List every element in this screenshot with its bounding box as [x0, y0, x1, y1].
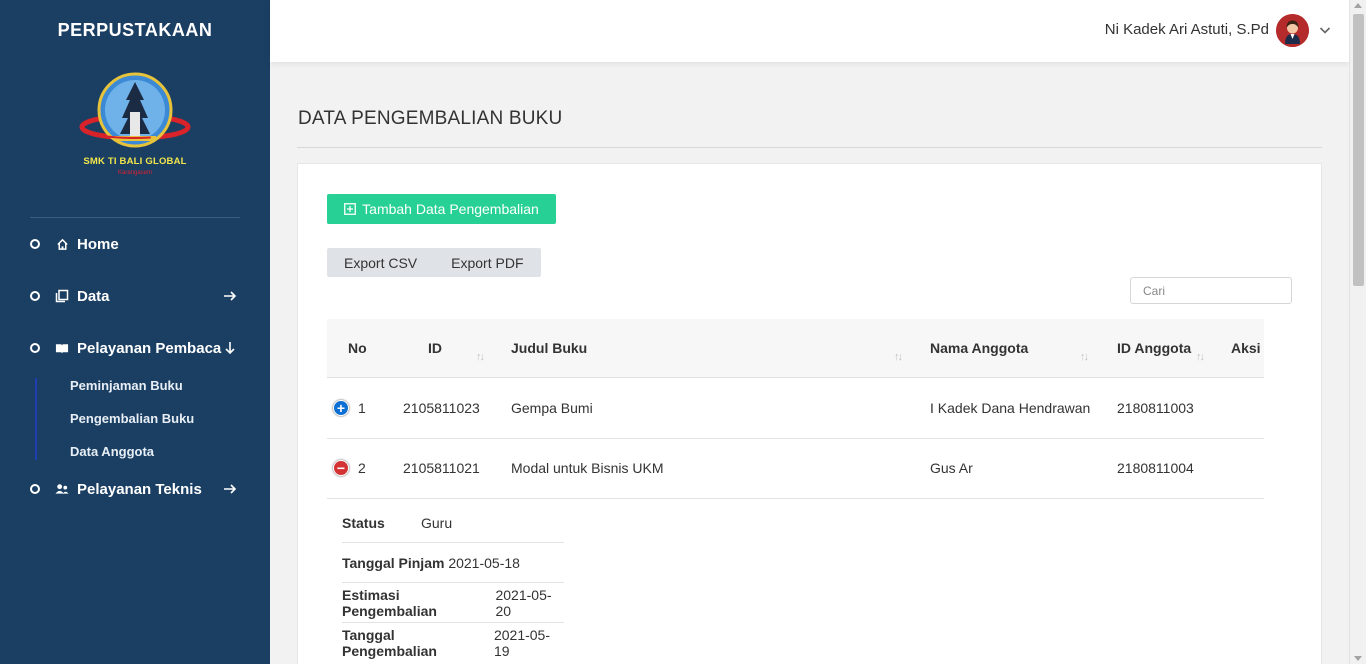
cell-id: 2105811021 [403, 460, 480, 476]
sort-icon[interactable]: ↑↓ [894, 351, 903, 363]
add-pengembalian-button[interactable]: Tambah Data Pengembalian [327, 194, 556, 224]
chevron-down-icon[interactable] [1319, 24, 1331, 36]
title-divider [297, 147, 1322, 148]
detail-label: Tanggal Pengembalian [342, 627, 437, 659]
detail-value: 2021-05-18 [448, 554, 520, 571]
submenu-indicator [35, 378, 37, 460]
sidebar-subitem-peminjaman-buku[interactable]: Peminjaman Buku [70, 378, 183, 393]
export-pdf-button[interactable]: Export PDF [434, 248, 540, 277]
sidebar-item-home[interactable]: Home [0, 229, 270, 259]
page-title: DATA PENGEMBALIAN BUKU [298, 108, 563, 129]
detail-status: Status Guru [342, 503, 564, 543]
column-header-judul-buku[interactable]: Judul Buku [511, 340, 587, 356]
cell-id-anggota: 2180811004 [1117, 460, 1194, 476]
export-button-group: Export CSV Export PDF [327, 248, 541, 277]
add-button-label: Tambah Data Pengembalian [362, 201, 539, 217]
column-header-no: No [348, 340, 367, 356]
sidebar-subitem-pengembalian-buku[interactable]: Pengembalian Buku [70, 411, 194, 426]
bullet-icon [30, 484, 40, 494]
export-csv-button[interactable]: Export CSV [327, 248, 434, 277]
table-header: No ID ↑↓ Judul Buku ↑↓ Nama Anggota ↑↓ I… [327, 319, 1264, 378]
home-icon [55, 237, 69, 251]
sidebar-item-data[interactable]: Data [0, 281, 270, 311]
collapse-row-icon[interactable]: − [333, 460, 349, 476]
scroll-up-icon[interactable] [1354, 3, 1362, 8]
column-header-aksi: Aksi [1231, 340, 1261, 356]
sidebar-brand: PERPUSTAKAAN [57, 20, 213, 40]
search-input[interactable] [1130, 277, 1292, 304]
expand-row-icon[interactable]: + [333, 400, 349, 416]
sidebar: PERPUSTAKAAN SMK TI BALI GLOBAL Karangas… [0, 0, 270, 664]
logo-subtext: Karangasem [117, 170, 153, 176]
column-header-id-anggota[interactable]: ID Anggota [1117, 340, 1191, 356]
bullet-icon [30, 239, 40, 249]
sort-icon[interactable]: ↑↓ [1080, 351, 1089, 363]
bullet-icon [30, 343, 40, 353]
arrow-right-icon [224, 484, 237, 494]
table-row: + 1 2105811023 Gempa Bumi I Kadek Dana H… [327, 379, 1264, 439]
page-scrollbar[interactable] [1349, 0, 1366, 664]
detail-label: Estimasi Pengembalian [342, 586, 437, 619]
logo-text: SMK TI BALI GLOBAL [83, 156, 187, 167]
bullet-icon [30, 291, 40, 301]
sidebar-item-label: Pelayanan Pembaca [77, 339, 222, 357]
plus-square-icon [344, 203, 357, 215]
scroll-thumb[interactable] [1353, 14, 1364, 286]
sidebar-item-pelayanan-teknis[interactable]: Pelayanan Teknis [0, 474, 270, 504]
cell-no: 1 [358, 400, 366, 416]
sidebar-item-label: Data [77, 287, 110, 305]
sidebar-item-label: Pelayanan Teknis [77, 480, 202, 498]
cell-id-anggota: 2180811003 [1117, 400, 1194, 416]
cell-judul-buku: Modal untuk Bisnis UKM [511, 460, 664, 476]
detail-value: 2021-05-20 [495, 586, 552, 619]
user-name[interactable]: Ni Kadek Ari Astuti, S.Pd [1105, 21, 1269, 38]
column-header-nama-anggota[interactable]: Nama Anggota [930, 340, 1028, 356]
user-group-icon [55, 482, 69, 496]
sort-icon[interactable]: ↑↓ [1196, 351, 1205, 363]
sidebar-subitem-data-anggota[interactable]: Data Anggota [70, 444, 154, 459]
cell-no: 2 [358, 460, 366, 476]
sort-icon[interactable]: ↑↓ [476, 351, 485, 363]
sidebar-divider [30, 217, 240, 218]
detail-value: 2021-05-19 [493, 627, 551, 659]
detail-tanggal-pinjam: Tanggal Pinjam 2021-05-18 [342, 543, 564, 583]
detail-label: Tanggal Pinjam [342, 554, 445, 571]
cell-nama-anggota: Gus Ar [930, 460, 973, 476]
arrow-right-icon [224, 291, 237, 301]
detail-label: Status [342, 514, 385, 531]
table-row: − 2 2105811021 Modal untuk Bisnis UKM Gu… [327, 439, 1264, 499]
cell-judul-buku: Gempa Bumi [511, 400, 593, 416]
sidebar-item-label: Home [77, 235, 119, 253]
detail-estimasi-pengembalian: Estimasi Pengembalian 2021-05-20 [342, 583, 564, 623]
cell-nama-anggota: I Kadek Dana Hendrawan [930, 400, 1091, 416]
scroll-down-icon[interactable] [1354, 656, 1362, 661]
avatar[interactable] [1276, 14, 1309, 47]
row-detail: Status Guru Tanggal Pinjam 2021-05-18 Es… [342, 503, 564, 663]
cell-id: 2105811023 [403, 400, 480, 416]
sidebar-item-pelayanan-pembaca[interactable]: Pelayanan Pembaca [0, 333, 270, 363]
column-header-id[interactable]: ID [428, 340, 442, 356]
arrow-down-icon [225, 342, 235, 355]
topbar: Ni Kadek Ari Astuti, S.Pd [270, 0, 1349, 62]
detail-tanggal-pengembalian: Tanggal Pengembalian 2021-05-19 [342, 623, 564, 663]
copy-icon [55, 289, 69, 303]
book-open-icon [55, 341, 69, 355]
detail-value: Guru [421, 514, 453, 531]
